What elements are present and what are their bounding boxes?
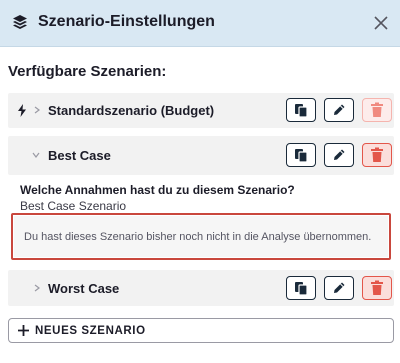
pencil-icon [334, 149, 345, 160]
lightning-icon [18, 104, 26, 117]
edit-button[interactable] [324, 276, 354, 300]
dialog-header: Szenario-Einstellungen [0, 0, 400, 47]
chevron-right-icon[interactable] [33, 284, 41, 292]
analysis-notice: Du hast dieses Szenario bisher noch nich… [11, 213, 391, 260]
pencil-icon [334, 282, 345, 293]
assumptions-question: Welche Annahmen hast du zu diesem Szenar… [20, 183, 295, 197]
edit-button[interactable] [324, 98, 354, 122]
delete-button[interactable] [362, 98, 392, 122]
chevron-right-icon[interactable] [33, 106, 41, 114]
trash-icon [371, 280, 383, 295]
scenario-label: Worst Case [48, 281, 120, 296]
scenario-detail-panel: Welche Annahmen hast du zu diesem Szenar… [8, 175, 394, 267]
copy-icon [295, 149, 308, 163]
analysis-notice-text: Du hast dieses Szenario bisher noch nich… [24, 231, 372, 243]
delete-button[interactable] [362, 276, 392, 300]
chevron-down-icon[interactable] [32, 151, 40, 159]
copy-icon [295, 104, 308, 118]
copy-button[interactable] [286, 143, 316, 167]
delete-button[interactable] [362, 143, 392, 167]
close-icon[interactable] [373, 15, 389, 31]
trash-icon [371, 147, 383, 162]
copy-icon [295, 282, 308, 296]
plus-icon [18, 325, 29, 336]
scenario-label: Standardszenario (Budget) [48, 103, 215, 118]
pencil-icon [334, 104, 345, 115]
new-scenario-button[interactable]: NEUES SZENARIO [8, 318, 394, 343]
section-title: Verfügbare Szenarien: [8, 63, 167, 80]
new-scenario-label: NEUES SZENARIO [35, 325, 146, 337]
copy-button[interactable] [286, 276, 316, 300]
assumptions-answer: Best Case Szenario [20, 199, 127, 213]
scenario-label: Best Case [48, 148, 111, 163]
scenario-card-worst-case[interactable]: Worst Case [8, 270, 394, 306]
dialog-title: Szenario-Einstellungen [38, 13, 215, 30]
copy-button[interactable] [286, 98, 316, 122]
layers-icon [13, 15, 27, 29]
scenario-card-best-case[interactable]: Best Case [8, 136, 394, 175]
trash-icon [371, 102, 383, 117]
scenario-card-standard[interactable]: Standardszenario (Budget) [8, 93, 394, 128]
edit-button[interactable] [324, 143, 354, 167]
